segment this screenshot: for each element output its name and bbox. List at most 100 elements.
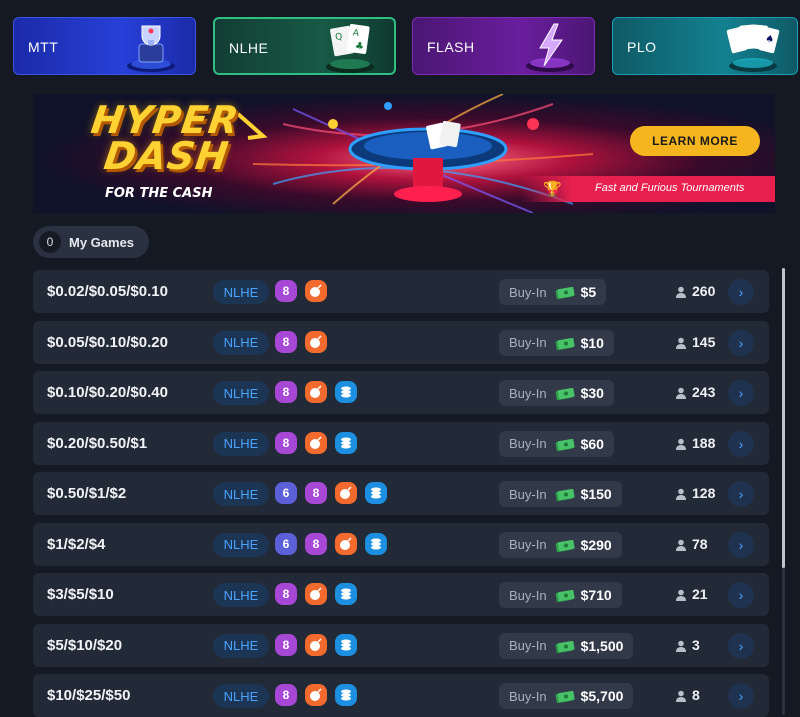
buyin-pill: Buy-In $30 [499, 380, 614, 406]
stakes-label: $10/$25/$50 [47, 687, 131, 704]
tab-plo-label: PLO [627, 39, 657, 55]
table-row[interactable]: $0.02/$0.05/$0.10 NLHE 8 Buy-In $5 260 › [33, 270, 769, 313]
bomb-pot-icon [305, 330, 327, 353]
chevron-right-icon[interactable]: › [728, 683, 754, 709]
my-games-count: 0 [39, 231, 61, 253]
tab-mtt[interactable]: MTT [13, 17, 196, 75]
buyin-amount: $150 [580, 486, 612, 502]
user-icon [675, 487, 687, 500]
chevron-right-icon[interactable]: › [728, 380, 754, 406]
game-type-badge: NLHE [213, 633, 269, 658]
stakes-label: $3/$5/$10 [47, 586, 114, 603]
stakes-label: $0.20/$0.50/$1 [47, 434, 148, 452]
stakes-label: $1/$2/$4 [47, 535, 106, 553]
lightning-icon [526, 23, 574, 72]
tab-nlhe-label: NLHE [229, 40, 269, 56]
scrollbar-thumb[interactable] [782, 268, 785, 568]
buyin-pill: Buy-In $150 [499, 481, 622, 507]
jackpot-coins-icon [365, 482, 387, 504]
chevron-right-icon[interactable]: › [728, 632, 754, 659]
promo-banner[interactable]: HYPER DASH FOR THE CASH LEARN MORE 🏆 Fas… [33, 94, 775, 213]
chevron-right-icon[interactable]: › [728, 531, 754, 558]
player-count-value: 243 [692, 384, 716, 400]
cash-icon [555, 539, 575, 552]
game-type-badge: NLHE [213, 684, 269, 708]
tab-mtt-label: MTT [28, 39, 59, 55]
buyin-label: Buy-In [509, 436, 547, 451]
jackpot-coins-icon [365, 532, 387, 555]
trophy-icon [127, 25, 175, 72]
game-type-badge: NLHE [213, 381, 269, 405]
user-icon [675, 689, 687, 702]
bomb-pot-icon [305, 381, 327, 403]
game-type-badge: NLHE [213, 280, 269, 304]
player-count: 128 [675, 485, 715, 501]
cash-icon [555, 690, 575, 704]
chevron-right-icon[interactable]: › [728, 329, 754, 356]
player-count-value: 78 [692, 535, 708, 552]
stakes-label: $5/$10/$20 [47, 636, 123, 654]
cards-qa-icon: Q A ♣ [326, 24, 374, 73]
table-row[interactable]: $0.20/$0.50/$1 NLHE 8 Buy-In $60 188 › [33, 421, 769, 465]
learn-more-button[interactable]: LEARN MORE [630, 126, 760, 156]
user-icon [675, 285, 687, 298]
buyin-label: Buy-In [509, 688, 547, 704]
game-type-badge: NLHE [213, 330, 269, 355]
max-8-players-badge: 8 [305, 482, 327, 504]
user-icon [675, 538, 687, 551]
chevron-right-icon[interactable]: › [728, 279, 754, 305]
table-row[interactable]: $3/$5/$10 NLHE 8 Buy-In $710 21 › [33, 573, 769, 616]
chevron-right-icon[interactable]: › [728, 430, 754, 457]
cash-icon [555, 589, 575, 603]
buyin-pill: Buy-In $5,700 [499, 683, 634, 709]
banner-title: HYPER DASH [84, 98, 243, 178]
banner-title-line1: HYPER [88, 98, 243, 142]
player-count: 145 [675, 334, 715, 350]
buyin-label: Buy-In [509, 537, 547, 552]
max-6-players-badge: 6 [275, 482, 297, 504]
user-icon [675, 639, 687, 652]
buyin-label: Buy-In [509, 284, 547, 300]
player-count: 260 [675, 283, 715, 299]
player-count-value: 128 [692, 485, 716, 501]
user-icon [675, 386, 687, 399]
jackpot-coins-icon [335, 684, 357, 706]
buyin-label: Buy-In [509, 638, 547, 653]
buyin-pill: Buy-In $1,500 [499, 632, 634, 659]
table-row[interactable]: $0.10/$0.20/$0.40 NLHE 8 Buy-In $30 243 › [33, 371, 769, 414]
scrollbar[interactable] [782, 268, 785, 715]
banner-subtitle: FOR THE CASH [105, 186, 213, 201]
tab-nlhe[interactable]: NLHE Q A ♣ [213, 17, 396, 75]
trophy-icon: 🏆 [543, 181, 562, 198]
cash-icon [555, 640, 575, 653]
buyin-amount: $290 [580, 536, 612, 553]
cash-icon [555, 438, 575, 451]
max-8-players-badge: 8 [275, 431, 297, 454]
game-type-badge: NLHE [213, 431, 269, 456]
table-row[interactable]: $0.05/$0.10/$0.20 NLHE 8 Buy-In $10 145 › [33, 320, 769, 364]
tab-flash-label: FLASH [427, 39, 475, 55]
my-games-button[interactable]: 0 My Games [33, 226, 149, 258]
jackpot-coins-icon [335, 633, 357, 656]
bomb-pot-icon [335, 532, 357, 555]
banner-tagline-bar: 🏆 Fast and Furious Tournaments [521, 176, 775, 202]
player-count: 3 [675, 637, 700, 653]
table-row[interactable]: $0.50/$1/$2 NLHE 6 8 Buy-In $150 128 › [33, 472, 769, 515]
cards-kaqk-icon: ♠ [726, 24, 780, 72]
buyin-amount: $30 [580, 385, 604, 401]
tab-flash[interactable]: FLASH [412, 17, 595, 75]
table-row[interactable]: $10/$25/$50 NLHE 8 Buy-In $5,700 8 › [33, 674, 769, 717]
table-row[interactable]: $5/$10/$20 NLHE 8 Buy-In $1,500 3 › [33, 623, 769, 667]
player-count-value: 188 [692, 434, 716, 451]
buyin-pill: Buy-In $5 [499, 279, 607, 305]
table-row[interactable]: $1/$2/$4 NLHE 6 8 Buy-In $290 78 › [33, 522, 769, 566]
game-type-badge: NLHE [213, 482, 269, 506]
chevron-right-icon[interactable]: › [728, 582, 754, 608]
bomb-pot-icon [305, 633, 327, 656]
buyin-label: Buy-In [509, 587, 547, 603]
chevron-right-icon[interactable]: › [728, 481, 754, 507]
tab-plo[interactable]: PLO ♠ [612, 17, 798, 75]
max-8-players-badge: 8 [275, 684, 297, 706]
buyin-amount: $710 [580, 587, 612, 603]
svg-text:♣: ♣ [354, 41, 364, 53]
